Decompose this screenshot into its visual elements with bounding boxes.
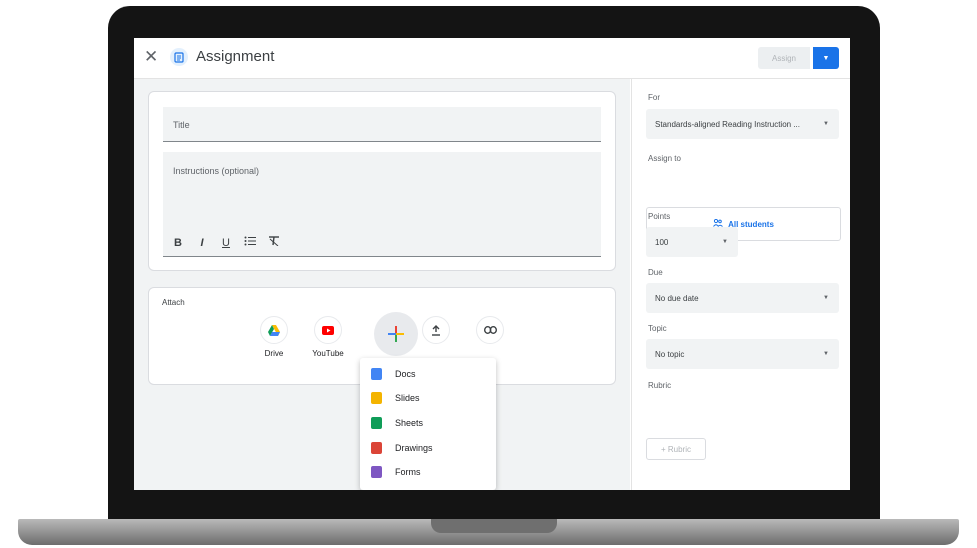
bulleted-list-icon[interactable] <box>243 236 257 249</box>
settings-panel: For Standards-aligned Reading Instructio… <box>631 79 850 490</box>
menu-item-docs[interactable]: Docs <box>371 365 416 383</box>
due-label: Due <box>648 268 663 277</box>
assign-dropdown-button[interactable]: ▼ <box>813 47 839 69</box>
chevron-down-icon: ▼ <box>722 239 728 245</box>
close-icon[interactable]: ✕ <box>144 47 158 67</box>
attach-drive[interactable]: Drive <box>249 316 299 358</box>
bold-button[interactable]: B <box>171 237 185 249</box>
attach-label: Attach <box>162 298 185 307</box>
create-menu: Docs Slides Sheets Drawings Forms <box>360 358 496 490</box>
page-title: Assignment <box>196 48 275 65</box>
underline-button[interactable]: U <box>219 237 233 249</box>
add-rubric-button[interactable]: + Rubric <box>646 438 706 460</box>
menu-item-sheets[interactable]: Sheets <box>371 414 423 432</box>
menu-item-forms[interactable]: Forms <box>371 463 421 481</box>
upload-icon[interactable] <box>422 316 450 344</box>
format-toolbar: B I U <box>171 236 281 249</box>
forms-icon <box>371 466 382 478</box>
drawings-icon <box>371 442 382 454</box>
youtube-icon[interactable] <box>314 316 342 344</box>
points-label: Points <box>648 212 671 221</box>
topic-select[interactable]: No topic ▼ <box>646 339 839 369</box>
assign-to-label: Assign to <box>648 154 681 163</box>
menu-item-drawings[interactable]: Drawings <box>371 439 433 457</box>
chevron-down-icon: ▼ <box>822 54 830 62</box>
topic-label: Topic <box>648 324 667 333</box>
assignment-icon <box>170 48 188 66</box>
youtube-label: YouTube <box>312 349 344 358</box>
class-select-value: Standards-aligned Reading Instruction ..… <box>655 119 800 129</box>
italic-button[interactable]: I <box>195 237 209 249</box>
assign-button[interactable]: Assign <box>758 47 810 69</box>
drive-label: Drive <box>264 349 284 358</box>
rubric-label: Rubric <box>648 381 672 390</box>
menu-item-label: Slides <box>395 393 420 403</box>
instructions-placeholder: Instructions (optional) <box>173 166 260 176</box>
header-bar: ✕ Assignment Assign ▼ <box>134 38 850 79</box>
title-placeholder: Title <box>173 120 190 130</box>
instructions-field[interactable]: Instructions (optional) B I U <box>163 152 601 257</box>
app-screen: ✕ Assignment Assign ▼ Title Instructions… <box>134 38 850 490</box>
due-select[interactable]: No due date ▼ <box>646 283 839 313</box>
attach-link[interactable] <box>465 316 515 344</box>
attach-youtube[interactable]: YouTube <box>303 316 353 358</box>
menu-item-label: Sheets <box>395 418 424 428</box>
menu-item-label: Docs <box>395 369 416 379</box>
laptop-notch <box>431 519 557 533</box>
attach-upload[interactable] <box>411 316 461 344</box>
docs-icon <box>371 368 382 380</box>
chevron-down-icon: ▼ <box>823 121 829 127</box>
chevron-down-icon: ▼ <box>823 295 829 301</box>
topic-value: No topic <box>655 349 685 359</box>
sheets-icon <box>371 417 382 429</box>
clear-formatting-icon[interactable] <box>267 236 281 249</box>
due-value: No due date <box>655 293 699 303</box>
points-select[interactable]: 100 ▼ <box>646 227 738 257</box>
class-select[interactable]: Standards-aligned Reading Instruction ..… <box>646 109 839 139</box>
menu-item-label: Forms <box>395 467 421 477</box>
for-label: For <box>648 93 660 102</box>
chevron-down-icon: ▼ <box>823 351 829 357</box>
menu-item-label: Drawings <box>395 443 433 453</box>
slides-icon <box>371 392 382 404</box>
menu-item-slides[interactable]: Slides <box>371 389 420 407</box>
points-value: 100 <box>655 237 669 247</box>
details-card: Title Instructions (optional) B I U <box>148 91 616 271</box>
link-icon[interactable] <box>476 316 504 344</box>
drive-icon[interactable] <box>260 316 288 344</box>
title-field[interactable]: Title <box>163 107 601 142</box>
